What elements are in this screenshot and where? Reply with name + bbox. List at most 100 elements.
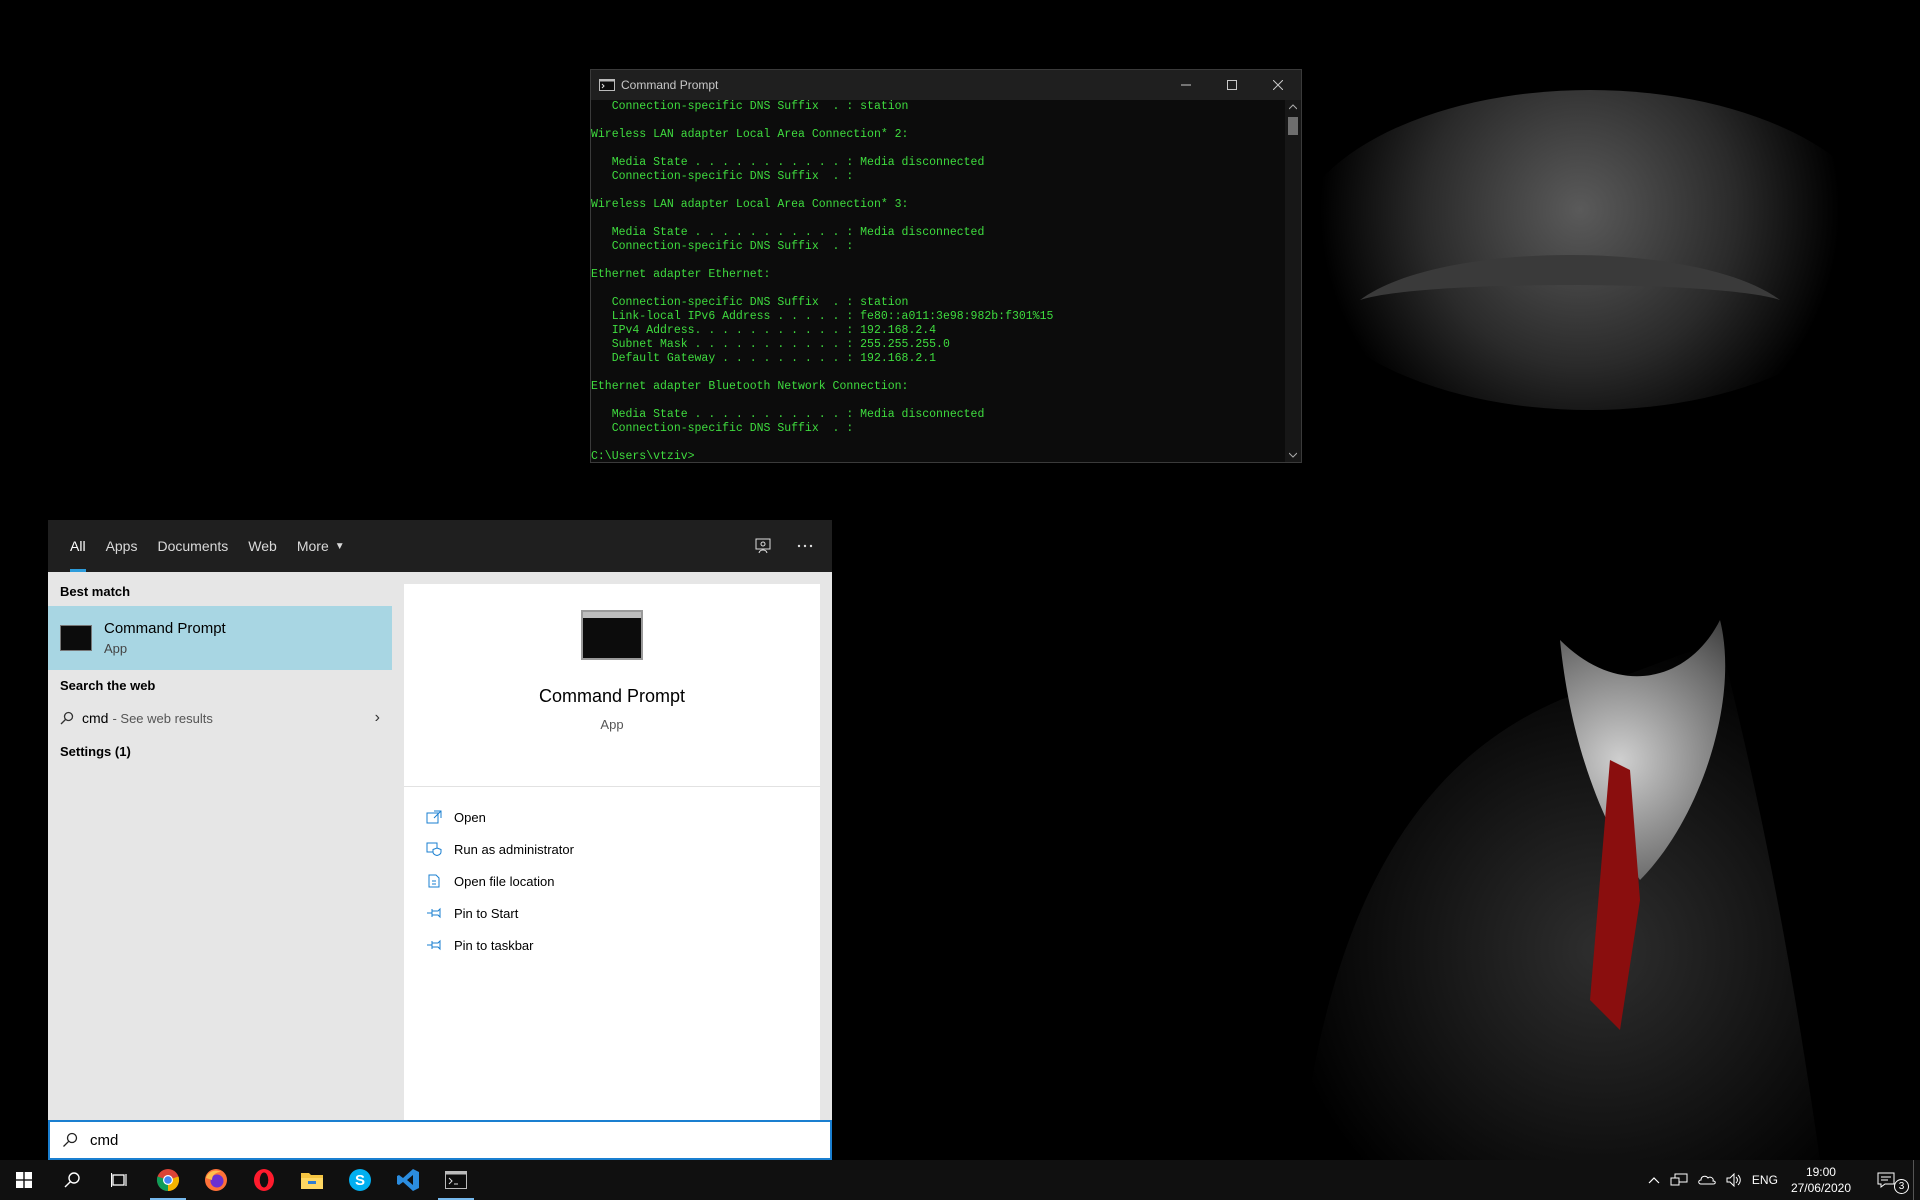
results-list: Best match Command Prompt App Search the…: [48, 572, 392, 1120]
caret-down-icon: ▼: [334, 540, 345, 552]
search-icon: [60, 711, 74, 725]
command-prompt-icon: [599, 79, 615, 91]
action-pin-to-taskbar-label: Pin to taskbar: [454, 937, 534, 953]
detail-header: Command Prompt App: [404, 610, 820, 787]
start-icon: [16, 1172, 32, 1188]
tray-language[interactable]: ENG: [1747, 1160, 1783, 1200]
command-prompt-window[interactable]: Command Prompt Connection-specific DNS S…: [590, 69, 1302, 463]
search-icon: [64, 1172, 80, 1188]
clock-date: 27/06/2020: [1790, 1181, 1851, 1195]
feedback-icon: [755, 538, 771, 554]
detail-card: Command Prompt App Open Run as administr…: [404, 584, 820, 1120]
taskbar: S ENG 19:00 27/06/2020 3: [0, 1160, 1920, 1200]
web-result-suffix: - See web results: [112, 710, 213, 726]
action-open-file-location[interactable]: Open file location: [404, 865, 820, 897]
scroll-down-button[interactable]: [1285, 448, 1301, 462]
taskbar-file-explorer[interactable]: [288, 1160, 336, 1200]
tab-apps[interactable]: Apps: [96, 520, 148, 572]
start-button[interactable]: [0, 1160, 48, 1200]
pin-icon: [427, 939, 441, 951]
command-prompt-icon: [445, 1171, 467, 1189]
action-list: Open Run as administrator Open file loca…: [404, 787, 820, 961]
shield-icon: [426, 842, 442, 856]
action-run-as-admin[interactable]: Run as administrator: [404, 833, 820, 865]
tab-documents[interactable]: Documents: [147, 520, 238, 572]
taskbar-chrome[interactable]: [144, 1160, 192, 1200]
window-title: Command Prompt: [621, 78, 719, 92]
command-prompt-icon: [60, 625, 92, 651]
settings-heading[interactable]: Settings (1): [48, 736, 392, 766]
svg-text:S: S: [355, 1172, 365, 1189]
result-detail-pane: Command Prompt App Open Run as administr…: [392, 572, 832, 1120]
feedback-button[interactable]: [746, 529, 780, 563]
opera-icon: [254, 1169, 274, 1191]
action-run-as-admin-label: Run as administrator: [454, 841, 574, 857]
action-open[interactable]: Open: [404, 801, 820, 833]
scroll-up-button[interactable]: [1285, 100, 1301, 114]
action-center-button[interactable]: 3: [1859, 1160, 1913, 1200]
tray-clock[interactable]: 19:00 27/06/2020: [1783, 1160, 1859, 1200]
detail-title: Command Prompt: [538, 686, 686, 706]
maximize-button[interactable]: [1209, 70, 1255, 100]
best-match-result[interactable]: Command Prompt App: [48, 606, 392, 670]
search-filter-tabs: All Apps Documents Web More ▼: [48, 520, 832, 572]
search-input[interactable]: [88, 1130, 792, 1150]
pin-icon: [427, 907, 441, 919]
tray-network[interactable]: [1665, 1160, 1693, 1200]
vertical-scrollbar[interactable]: [1285, 100, 1301, 462]
file-explorer-icon: [301, 1173, 323, 1189]
task-view-button[interactable]: [96, 1160, 144, 1200]
detail-subtitle: App: [600, 717, 624, 732]
taskbar-vscode[interactable]: [384, 1160, 432, 1200]
search-icon: [63, 1132, 78, 1147]
chevron-right-icon[interactable]: ›: [375, 709, 380, 727]
console-output: Connection-specific DNS Suffix . : stati…: [591, 100, 1054, 462]
chevron-up-icon: [1289, 104, 1297, 110]
close-button[interactable]: [1255, 70, 1301, 100]
action-pin-to-start[interactable]: Pin to Start: [404, 897, 820, 929]
firefox-icon: [205, 1169, 227, 1191]
show-hidden-icons-button[interactable]: [1643, 1160, 1665, 1200]
web-query: cmd: [82, 710, 109, 726]
chevron-up-icon: [1648, 1177, 1660, 1184]
file-location-icon: [428, 874, 440, 888]
tray-onedrive[interactable]: [1693, 1160, 1721, 1200]
scroll-thumb[interactable]: [1288, 117, 1298, 135]
action-open-file-location-label: Open file location: [454, 873, 555, 889]
speaker-icon: [1726, 1173, 1741, 1187]
web-search-result[interactable]: cmd - See web results ›: [48, 700, 392, 736]
chevron-down-icon: [1289, 452, 1297, 458]
search-box[interactable]: [48, 1120, 832, 1160]
tab-web[interactable]: Web: [238, 520, 287, 572]
best-match-subtitle: App: [104, 641, 128, 656]
window-titlebar[interactable]: Command Prompt: [591, 70, 1301, 100]
close-icon: [1273, 80, 1283, 90]
skype-icon: S: [349, 1169, 371, 1191]
taskbar-command-prompt[interactable]: [432, 1160, 480, 1200]
notification-count: 3: [1894, 1179, 1909, 1194]
tray-volume[interactable]: [1721, 1160, 1747, 1200]
minimize-icon: [1181, 84, 1191, 86]
minimize-button[interactable]: [1163, 70, 1209, 100]
task-view-icon: [111, 1173, 127, 1187]
show-desktop-button[interactable]: [1913, 1160, 1920, 1200]
ellipsis-icon: [797, 544, 813, 548]
taskbar-firefox[interactable]: [192, 1160, 240, 1200]
tab-all[interactable]: All: [60, 520, 96, 572]
tab-more-label: More: [296, 538, 329, 554]
open-icon: [426, 810, 442, 824]
notification-icon: [1877, 1172, 1895, 1188]
console-area[interactable]: Connection-specific DNS Suffix . : stati…: [591, 100, 1285, 462]
taskbar-skype[interactable]: S: [336, 1160, 384, 1200]
taskbar-search-button[interactable]: [48, 1160, 96, 1200]
taskbar-opera[interactable]: [240, 1160, 288, 1200]
action-pin-to-taskbar[interactable]: Pin to taskbar: [404, 929, 820, 961]
more-options-button[interactable]: [788, 529, 822, 563]
chrome-icon: [156, 1169, 180, 1192]
start-search-panel: All Apps Documents Web More ▼ Best match…: [48, 520, 832, 1160]
vscode-icon: [397, 1169, 419, 1191]
action-open-label: Open: [454, 809, 486, 825]
command-prompt-icon: [581, 610, 643, 660]
maximize-icon: [1227, 80, 1237, 90]
tab-more[interactable]: More ▼: [287, 520, 355, 572]
